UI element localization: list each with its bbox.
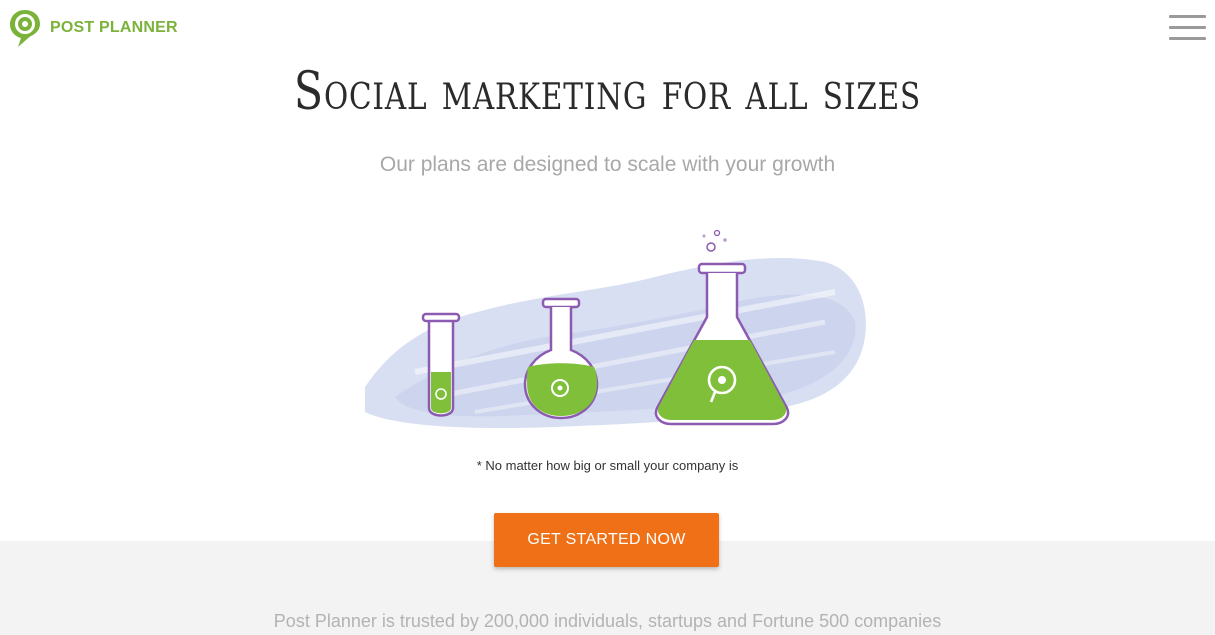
trust-statement: Post Planner is trusted by 200,000 indiv… [273, 611, 942, 631]
page-title: Social marketing for all sizes [293, 62, 922, 122]
page-subtitle: Our plans are designed to scale with you… [379, 153, 836, 176]
get-started-button[interactable]: GET STARTED NOW [494, 513, 719, 567]
small-test-tube [421, 312, 461, 417]
pricing-page: POST PLANNER Social marketing for all si… [0, 0, 1215, 635]
footnote: * No matter how big or small your compan… [476, 458, 739, 473]
three-flasks-illustration [365, 229, 866, 429]
post-planner-pin-icon [10, 10, 40, 47]
hamburger-menu-icon[interactable] [1169, 15, 1206, 41]
logo[interactable]: POST PLANNER [8, 8, 178, 48]
brand-name: POST PLANNER [50, 19, 178, 36]
